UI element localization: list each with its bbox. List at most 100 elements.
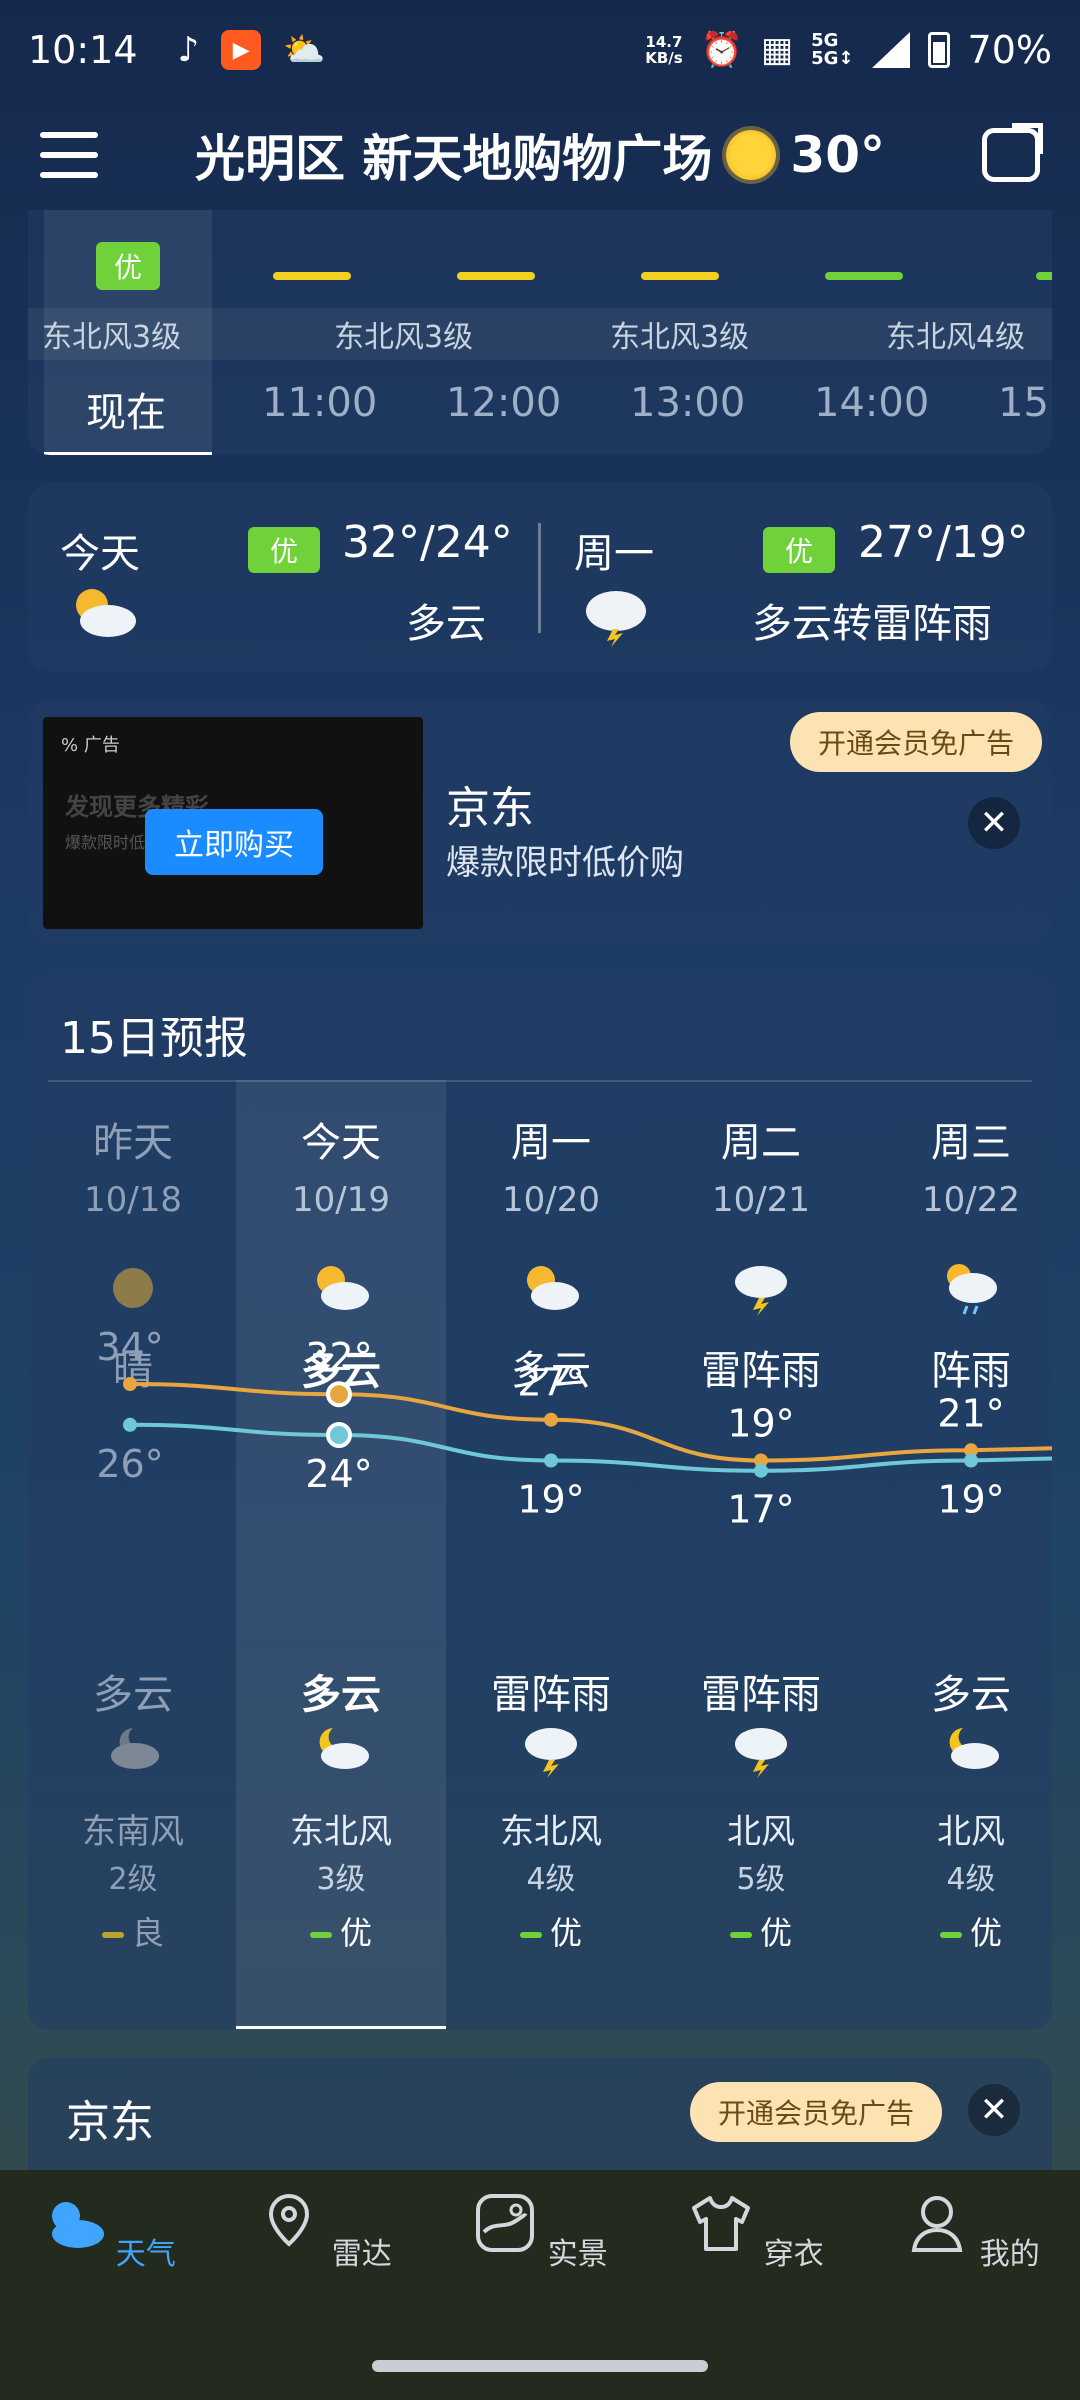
low-temp-label: 26° bbox=[96, 1442, 163, 1486]
wind-level: 4级 bbox=[946, 1862, 996, 1897]
hourly-time: 12:00 bbox=[446, 380, 562, 426]
night-condition: 雷阵雨 bbox=[701, 1672, 821, 1718]
low-temp-point bbox=[544, 1453, 558, 1468]
wind-level: 4级 bbox=[526, 1862, 576, 1897]
weather-icon bbox=[52, 2202, 105, 2248]
today-tomorrow-card[interactable]: 今天 优 32°/24° 多云 周一 优 27°/19° 多云转雷阵雨 bbox=[28, 483, 1052, 671]
sunny-icon bbox=[113, 1268, 153, 1308]
tomorrow-temp-range: 27°/19° bbox=[858, 517, 1029, 568]
user-icon bbox=[911, 2196, 963, 2252]
tomorrow-aqi-badge: 优 bbox=[763, 527, 836, 573]
alarm-icon: ⏰ bbox=[700, 30, 744, 70]
aqi-bar bbox=[825, 272, 903, 280]
shirt-icon bbox=[692, 2196, 751, 2251]
aqi-level: 优 bbox=[446, 1908, 656, 1954]
vip-no-ads-button[interactable]: 开通会员免广告 bbox=[789, 712, 1042, 772]
day-condition: 多云 bbox=[511, 1348, 591, 1394]
day-date: 10/21 bbox=[712, 1180, 810, 1220]
menu-icon[interactable] bbox=[40, 132, 98, 178]
hourly-time: 13:00 bbox=[630, 380, 746, 426]
nav-weather[interactable]: 天气 bbox=[0, 2170, 216, 2400]
day-condition: 雷阵雨 bbox=[701, 1348, 821, 1394]
day-name: 今天 bbox=[301, 1120, 381, 1166]
location-title[interactable]: 光明区 新天地购物广场 bbox=[195, 119, 712, 191]
hourly-wind: 东北风3级 bbox=[610, 320, 750, 355]
signal-icon bbox=[871, 32, 910, 68]
day-date: 10/19 bbox=[292, 1180, 390, 1220]
aqi-level: 优 bbox=[236, 1908, 446, 1954]
hourly-item[interactable] bbox=[220, 210, 404, 280]
forecast-day[interactable]: 周二 10/21 雷阵雨 bbox=[656, 1080, 866, 1396]
aqi-bar bbox=[641, 272, 719, 280]
hourly-item[interactable] bbox=[404, 210, 588, 280]
hourly-forecast[interactable]: 优 东北风3级 东北风3级 东北风3级 东北风4级 现在 11:00 12:00… bbox=[28, 210, 1052, 455]
high-temp-point bbox=[544, 1412, 558, 1427]
thunderstorm-icon bbox=[446, 1722, 656, 1782]
hourly-wind: 东北风4级 bbox=[886, 320, 1026, 355]
vip-no-ads-button[interactable]: 开通会员免广告 bbox=[689, 2082, 942, 2142]
hourly-time: 11:00 bbox=[262, 380, 378, 426]
ad-subtitle: 爆款限时低价购 bbox=[446, 843, 684, 883]
aqi-level: 优 bbox=[656, 1908, 866, 1954]
thunderstorm-icon bbox=[656, 1722, 866, 1782]
home-indicator[interactable] bbox=[372, 2360, 708, 2372]
high-temp-label: 19° bbox=[727, 1402, 794, 1446]
thunderstorm-icon bbox=[586, 591, 646, 647]
divider bbox=[538, 523, 541, 633]
weather-notify-icon: ⛅ bbox=[283, 30, 326, 70]
hourly-item[interactable] bbox=[588, 210, 772, 280]
today-temp-range: 32°/24° bbox=[342, 517, 513, 568]
sun-icon bbox=[726, 130, 777, 180]
status-bar: 10:14 ♪ ▶ ⛅ 14.7 KB/s ⏰ ▦ 5G 5G↕ 70% bbox=[0, 0, 1080, 100]
wind-direction: 东北风 bbox=[500, 1812, 602, 1852]
high-temp-point bbox=[754, 1453, 768, 1468]
battery-level: 70% bbox=[967, 28, 1052, 72]
aqi-level: 良 bbox=[28, 1908, 238, 1954]
day-name: 周一 bbox=[511, 1120, 591, 1166]
low-temp-point bbox=[964, 1453, 978, 1468]
status-time: 10:14 bbox=[28, 28, 138, 72]
night-cloudy-icon bbox=[236, 1722, 446, 1776]
high-temp-label: 21° bbox=[937, 1391, 1004, 1435]
day-date: 10/18 bbox=[84, 1180, 182, 1220]
wind-direction: 东北风 bbox=[290, 1812, 392, 1852]
day-condition: 多云 bbox=[301, 1348, 381, 1394]
night-condition: 多云 bbox=[301, 1672, 381, 1718]
net-speed: 14.7 KB/s bbox=[645, 33, 683, 67]
hourly-item[interactable]: 优 bbox=[36, 210, 220, 290]
nfc-icon: ▦ bbox=[761, 30, 794, 70]
today-aqi-badge: 优 bbox=[248, 527, 321, 573]
hourly-time: 15: bbox=[998, 380, 1052, 426]
close-icon[interactable]: ✕ bbox=[968, 2084, 1020, 2136]
forecast-day[interactable]: 昨天 10/18 晴 bbox=[28, 1080, 238, 1396]
hourly-item[interactable] bbox=[956, 210, 1052, 280]
nav-label: 雷达 bbox=[331, 2237, 392, 2272]
forecast-day[interactable]: 周三 10/22 阵雨 bbox=[866, 1080, 1076, 1396]
low-temp-point bbox=[123, 1417, 137, 1432]
share-icon[interactable] bbox=[982, 128, 1040, 182]
night-condition: 多云 bbox=[931, 1672, 1011, 1718]
ad-card[interactable]: % 广告 发现更多精彩 爆款限时低价 立即购买 京东 爆款限时低价购 开通会员免… bbox=[28, 700, 1052, 945]
partly-cloudy-icon bbox=[317, 1266, 369, 1310]
night-cloudy-icon bbox=[28, 1722, 238, 1776]
hourly-item[interactable] bbox=[772, 210, 956, 280]
location-pin-icon bbox=[269, 2193, 310, 2247]
forecast-day[interactable]: 周一 10/20 多云 bbox=[446, 1080, 656, 1396]
today-indicator bbox=[236, 2026, 446, 2029]
nav-profile[interactable]: 我的 bbox=[864, 2170, 1080, 2400]
ad-title: 京东 bbox=[66, 2097, 154, 2148]
day-condition: 阵雨 bbox=[931, 1348, 1011, 1394]
close-icon[interactable]: ✕ bbox=[968, 797, 1020, 849]
wind-level: 5级 bbox=[736, 1862, 786, 1897]
forecast-title: 15日预报 bbox=[60, 1013, 248, 1064]
buy-now-button[interactable]: 立即购买 bbox=[145, 809, 323, 875]
current-temp: 30° bbox=[790, 126, 885, 184]
aqi-level: 优 bbox=[866, 1908, 1076, 1954]
wind-direction: 北风 bbox=[727, 1812, 795, 1852]
forecast-day[interactable]: 今天 10/19 多云 bbox=[236, 1080, 446, 1396]
tomorrow-label: 周一 bbox=[574, 531, 654, 577]
day-date: 10/20 bbox=[502, 1180, 600, 1220]
low-temp-label: 19° bbox=[517, 1478, 584, 1522]
signal-5g: 5G 5G↕ bbox=[811, 30, 854, 69]
ad-image[interactable]: % 广告 发现更多精彩 爆款限时低价 立即购买 bbox=[43, 717, 423, 929]
